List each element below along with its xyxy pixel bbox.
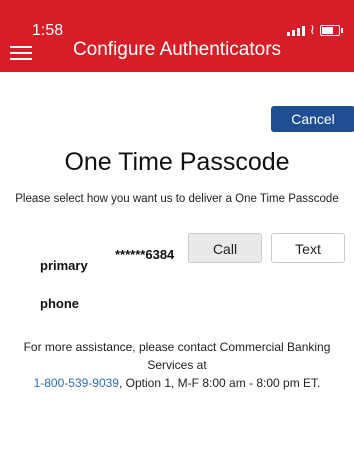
contact-type-label: primary phone xyxy=(40,247,110,323)
page-title: Configure Authenticators xyxy=(72,39,282,60)
battery-icon xyxy=(320,25,343,36)
otp-heading: One Time Passcode xyxy=(64,148,290,176)
wifi-icon: ≀ xyxy=(309,21,315,37)
otp-instructions: Please select how you want us to deliver… xyxy=(15,193,339,205)
assistance-text: For more assistance, please contact Comm… xyxy=(20,338,334,392)
status-icons: ≀ xyxy=(286,21,343,37)
contact-type-text: primary phone xyxy=(40,258,88,311)
app-header: 1:58 Configure Authenticators ≀ xyxy=(0,0,354,72)
assistance-line2: , Option 1, M-F 8:00 am - 8:00 pm ET. xyxy=(118,376,321,390)
text-button[interactable]: Text xyxy=(271,233,345,263)
call-button[interactable]: Call xyxy=(188,233,262,263)
assistance-line1: For more assistance, please contact Comm… xyxy=(23,340,331,372)
status-time: 1:58 xyxy=(32,22,64,39)
phone-link[interactable]: 1-800-539-9039 xyxy=(34,376,119,390)
signal-icon xyxy=(286,26,305,36)
masked-phone-number: ******6384 xyxy=(115,247,175,262)
cancel-button[interactable]: Cancel xyxy=(271,106,354,132)
